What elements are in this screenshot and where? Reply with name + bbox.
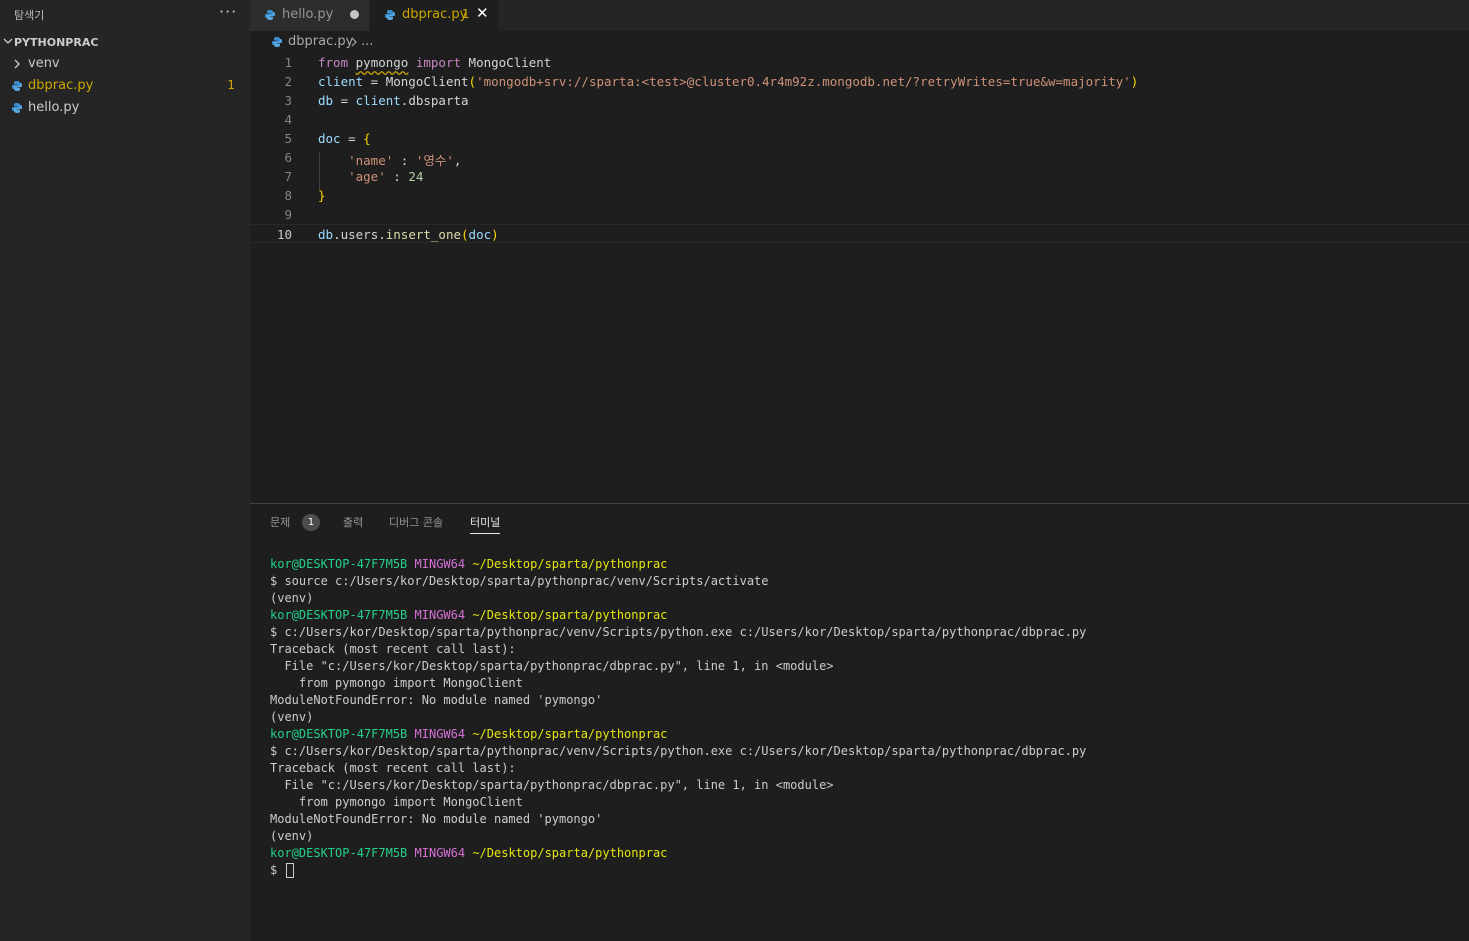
line-number: 9 (284, 207, 292, 222)
terminal-line: kor@DESKTOP-47F7M5B MINGW64 ~/Desktop/sp… (270, 608, 668, 622)
breadcrumb-file[interactable]: dbprac.py (288, 34, 353, 49)
line-number: 6 (284, 150, 292, 165)
line-number: 2 (284, 74, 292, 89)
line-content: client = MongoClient('mongodb+srv://spar… (318, 74, 1139, 89)
line-number: 3 (284, 93, 292, 108)
breadcrumb-symbols[interactable]: ... (361, 34, 373, 49)
python-file-icon (385, 10, 395, 20)
line-content: doc = { (318, 131, 371, 146)
workspace-name: PYTHONPRAC (14, 36, 99, 49)
terminal-line: $ source c:/Users/kor/Desktop/sparta/pyt… (270, 574, 769, 588)
code-line[interactable]: 6 'name' : '영수', (250, 148, 1469, 168)
python-file-icon (265, 10, 275, 20)
terminal-line: $ c:/Users/kor/Desktop/sparta/pythonprac… (270, 744, 1087, 758)
explorer-header: 탐색기 ··· (0, 0, 250, 28)
code-line[interactable]: 4 (250, 110, 1469, 129)
tab-problem-count: 1 (462, 7, 470, 21)
tree-item-label: dbprac.py (28, 78, 94, 93)
tab-terminal[interactable]: 터미널 (470, 514, 501, 534)
tab-hello-py[interactable]: hello.py (250, 0, 369, 31)
line-number: 1 (284, 55, 292, 70)
code-line-current[interactable]: 10 db.users.insert_one(doc) (250, 224, 1469, 243)
code-line[interactable]: 5 doc = { (250, 129, 1469, 148)
terminal-prompt-line: $ (270, 862, 1086, 879)
explorer-title: 탐색기 (14, 9, 45, 22)
terminal-line: kor@DESKTOP-47F7M5B MINGW64 ~/Desktop/sp… (270, 557, 668, 571)
code-line[interactable]: 9 (250, 205, 1469, 224)
line-content: db = client.dbsparta (318, 93, 469, 108)
editor-tab-bar: hello.py dbprac.py 1 ✕ (250, 0, 1469, 31)
code-line[interactable]: 8 } (250, 186, 1469, 205)
terminal-line: (venv) (270, 591, 314, 605)
line-number: 5 (284, 131, 292, 146)
terminal-line: Traceback (most recent call last): (270, 642, 516, 656)
explorer-sidebar: 탐색기 ··· PYTHONPRAC venv dbprac.py 1 hell… (0, 0, 250, 941)
chevron-right-icon (14, 59, 20, 69)
terminal-line: kor@DESKTOP-47F7M5B MINGW64 ~/Desktop/sp… (270, 727, 668, 741)
problem-count-badge: 1 (227, 78, 235, 92)
close-icon[interactable]: ✕ (476, 4, 489, 22)
breadcrumb: dbprac.py ... (250, 31, 1469, 53)
terminal-line: File "c:/Users/kor/Desktop/sparta/python… (270, 778, 834, 792)
more-actions-icon[interactable]: ··· (219, 2, 237, 21)
chevron-right-icon (351, 37, 357, 47)
line-content: 'age' : 24 (348, 169, 424, 184)
problems-count-badge: 1 (302, 514, 320, 531)
terminal-line: from pymongo import MongoClient (270, 795, 523, 809)
terminal-line: Traceback (most recent call last): (270, 761, 516, 775)
code-line[interactable]: 3 db = client.dbsparta (250, 91, 1469, 110)
tab-debug-console[interactable]: 디버그 콘솔 (389, 514, 443, 530)
chevron-down-icon (3, 38, 13, 44)
code-editor[interactable]: 1 from pymongo import MongoClient 2 clie… (250, 53, 1469, 503)
line-number: 4 (284, 112, 292, 127)
line-content: } (318, 188, 326, 203)
tab-label: hello.py (282, 7, 334, 22)
terminal-line: File "c:/Users/kor/Desktop/sparta/python… (270, 659, 834, 673)
tree-item-hello[interactable]: hello.py (0, 97, 250, 119)
tree-item-venv[interactable]: venv (0, 53, 250, 75)
line-content: from pymongo import MongoClient (318, 55, 552, 70)
code-line[interactable]: 2 client = MongoClient('mongodb+srv://sp… (250, 72, 1469, 91)
tab-problems[interactable]: 문제 (270, 514, 290, 530)
tree-item-dbprac[interactable]: dbprac.py 1 (0, 75, 250, 97)
terminal-line: from pymongo import MongoClient (270, 676, 523, 690)
line-content: db.users.insert_one(doc) (318, 227, 499, 242)
terminal-output[interactable]: kor@DESKTOP-47F7M5B MINGW64 ~/Desktop/sp… (270, 556, 1086, 879)
terminal-line: $ c:/Users/kor/Desktop/sparta/pythonprac… (270, 625, 1087, 639)
tree-item-label: hello.py (28, 100, 80, 115)
code-line[interactable]: 1 from pymongo import MongoClient (250, 53, 1469, 72)
python-file-icon (12, 81, 22, 91)
unsaved-dot-icon[interactable] (350, 10, 359, 19)
code-line[interactable]: 7 'age' : 24 (250, 167, 1469, 186)
line-number: 10 (276, 227, 292, 242)
terminal-line: (venv) (270, 710, 314, 724)
terminal-line: (venv) (270, 829, 314, 843)
terminal-cursor (286, 863, 295, 878)
terminal-line: ModuleNotFoundError: No module named 'py… (270, 812, 603, 826)
tree-item-label: venv (28, 56, 60, 71)
workspace-section-header[interactable]: PYTHONPRAC (0, 33, 250, 53)
python-file-icon (12, 103, 22, 113)
terminal-line: kor@DESKTOP-47F7M5B MINGW64 ~/Desktop/sp… (270, 846, 668, 860)
line-number: 7 (284, 169, 292, 184)
line-number: 8 (284, 188, 292, 203)
tab-output[interactable]: 출력 (343, 514, 363, 530)
bottom-panel: 문제 1 출력 디버그 콘솔 터미널 kor@DESKTOP-47F7M5B M… (250, 503, 1469, 941)
python-file-icon (272, 37, 282, 47)
tab-label: dbprac.py (402, 7, 468, 22)
terminal-line: ModuleNotFoundError: No module named 'py… (270, 693, 603, 707)
tab-dbprac-py[interactable]: dbprac.py 1 ✕ (370, 0, 498, 31)
